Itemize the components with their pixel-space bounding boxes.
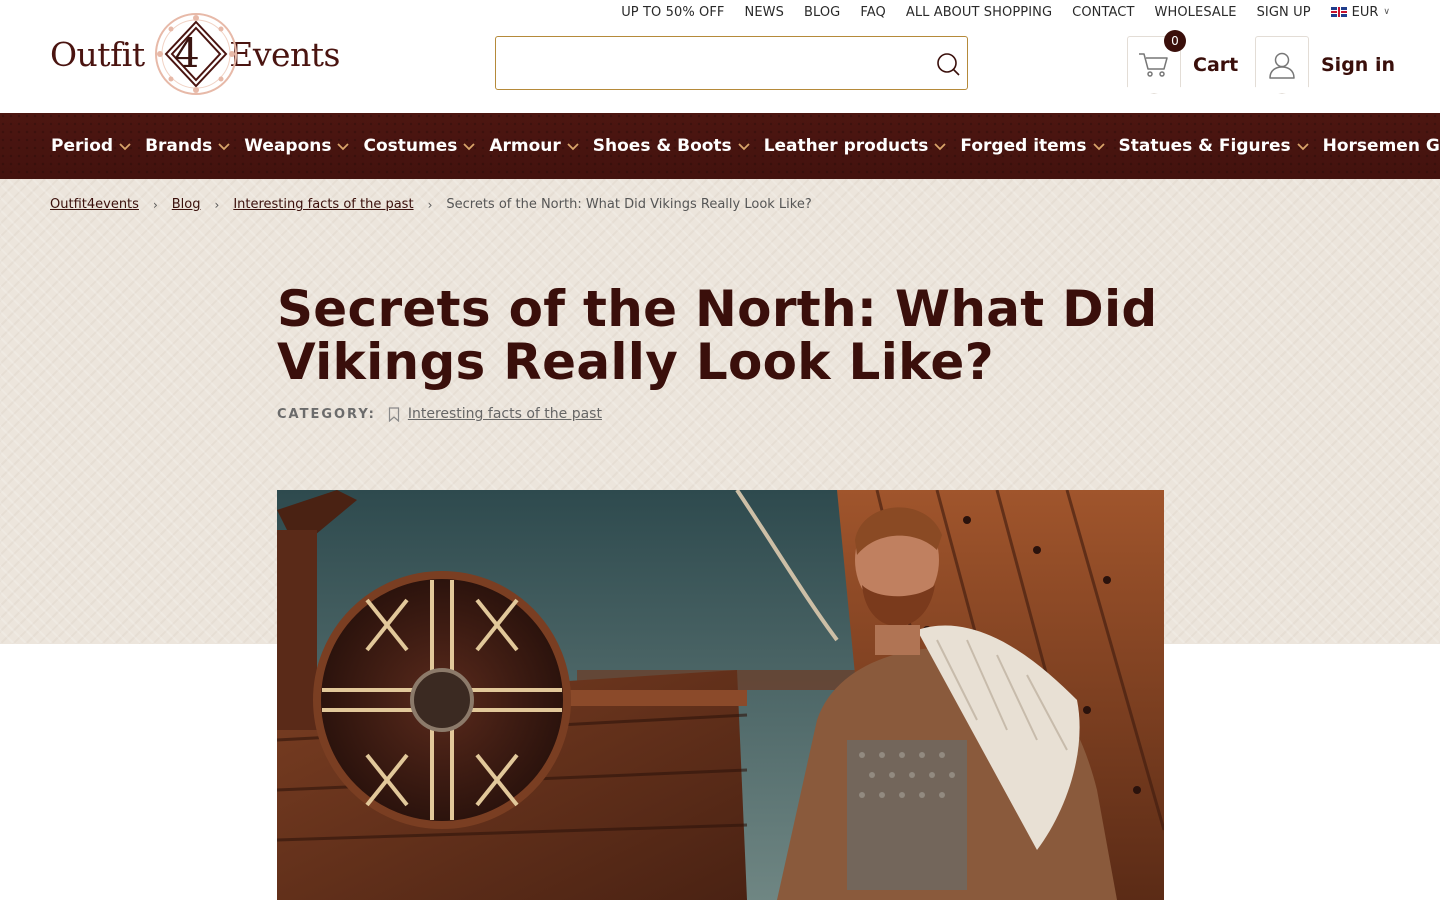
nav-item-label: Armour <box>489 136 561 156</box>
topbar-link-faq[interactable]: FAQ <box>860 5 885 20</box>
chevron-down-icon: ∨ <box>1383 7 1390 17</box>
topbar-link-blog[interactable]: BLOG <box>804 5 840 20</box>
chevron-down-icon <box>218 143 230 151</box>
cart-button[interactable]: 0 Cart <box>1127 30 1238 94</box>
top-utility-bar: UP TO 50% OFF NEWS BLOG FAQ ALL ABOUT SH… <box>621 0 1390 24</box>
topbar-link-wholesale[interactable]: WHOLESALE <box>1155 5 1237 20</box>
chevron-down-icon <box>738 143 750 151</box>
nav-item-costumes[interactable]: Costumes <box>363 136 475 156</box>
signin-button[interactable]: Sign in <box>1255 36 1395 94</box>
viking-photo <box>277 490 1164 900</box>
chevron-down-icon <box>463 143 475 151</box>
currency-selector[interactable]: EUR ∨ <box>1330 4 1390 20</box>
article-title: Secrets of the North: What Did Vikings R… <box>277 280 1158 391</box>
chevron-down-icon <box>1092 143 1105 151</box>
chevron-right-icon: › <box>214 197 220 212</box>
logo-emblem-icon: 4 <box>151 10 237 98</box>
nav-item-armour[interactable]: Armour <box>489 136 579 156</box>
category-nav: Period Brands Weapons Costumes Armour Sh… <box>0 113 1440 179</box>
search-input[interactable] <box>496 37 916 89</box>
nav-item-horsemen-gear[interactable]: Horsemen Gear <box>1323 136 1440 156</box>
chevron-down-icon <box>1297 143 1309 151</box>
article-hero-image <box>277 490 1164 900</box>
cart-label[interactable]: Cart <box>1193 54 1238 76</box>
nav-item-label: Brands <box>145 136 213 156</box>
cart-icon <box>1139 53 1168 77</box>
topbar-link-sale[interactable]: UP TO 50% OFF <box>621 5 724 20</box>
nav-item-label: Shoes & Boots <box>592 136 732 156</box>
breadcrumb-link-blog[interactable]: Blog <box>172 197 201 212</box>
chevron-right-icon: › <box>152 197 158 212</box>
nav-item-label: Costumes <box>363 136 458 156</box>
breadcrumb: Outfit4events › Blog › Interesting facts… <box>50 197 812 212</box>
nav-item-label: Leather products <box>763 136 929 156</box>
nav-item-forged-items[interactable]: Forged items <box>960 136 1105 156</box>
nav-item-statues-figures[interactable]: Statues & Figures <box>1119 136 1309 156</box>
site-logo[interactable]: Outfit 4 Events <box>50 10 340 98</box>
topbar-link-shopping[interactable]: ALL ABOUT SHOPPING <box>906 5 1052 20</box>
account-icon-box[interactable] <box>1255 36 1309 94</box>
logo-text-left: Outfit <box>50 34 145 74</box>
article-category: CATEGORY: Interesting facts of the past <box>277 406 602 422</box>
logo-number: 4 <box>174 31 200 77</box>
topbar-link-signup[interactable]: SIGN UP <box>1257 5 1311 20</box>
nav-item-label: Period <box>51 136 114 156</box>
chevron-down-icon <box>337 143 350 151</box>
category-label: CATEGORY: <box>277 406 376 422</box>
nav-item-shoes-boots[interactable]: Shoes & Boots <box>593 136 750 156</box>
nav-item-period[interactable]: Period <box>51 136 131 156</box>
breadcrumb-link-category[interactable]: Interesting facts of the past <box>233 197 413 212</box>
nav-item-label: Forged items <box>960 136 1087 156</box>
chevron-down-icon <box>567 143 579 151</box>
chevron-down-icon <box>119 143 131 151</box>
logo-text-right: Events <box>229 34 340 74</box>
search-box <box>495 36 968 90</box>
topbar-link-contact[interactable]: CONTACT <box>1072 5 1134 20</box>
nav-item-label: Weapons <box>244 136 332 156</box>
bookmark-icon <box>388 406 399 422</box>
chevron-right-icon: › <box>427 197 433 212</box>
nav-item-weapons[interactable]: Weapons <box>244 136 350 156</box>
nav-item-leather-products[interactable]: Leather products <box>764 136 947 156</box>
nav-item-label: Horsemen Gear <box>1322 136 1440 156</box>
signin-label[interactable]: Sign in <box>1321 54 1395 76</box>
search-icon[interactable] <box>935 51 961 77</box>
topbar-link-news[interactable]: NEWS <box>745 5 784 20</box>
uk-flag-icon <box>1330 7 1347 17</box>
user-icon <box>1269 52 1295 79</box>
category-link[interactable]: Interesting facts of the past <box>408 406 602 422</box>
nav-item-brands[interactable]: Brands <box>145 136 230 156</box>
chevron-down-icon <box>934 143 947 151</box>
currency-label: EUR <box>1351 4 1379 20</box>
breadcrumb-current: Secrets of the North: What Did Vikings R… <box>446 197 812 212</box>
breadcrumb-link-home[interactable]: Outfit4events <box>50 197 139 212</box>
cart-count-badge: 0 <box>1164 30 1186 52</box>
nav-item-label: Statues & Figures <box>1118 136 1291 156</box>
